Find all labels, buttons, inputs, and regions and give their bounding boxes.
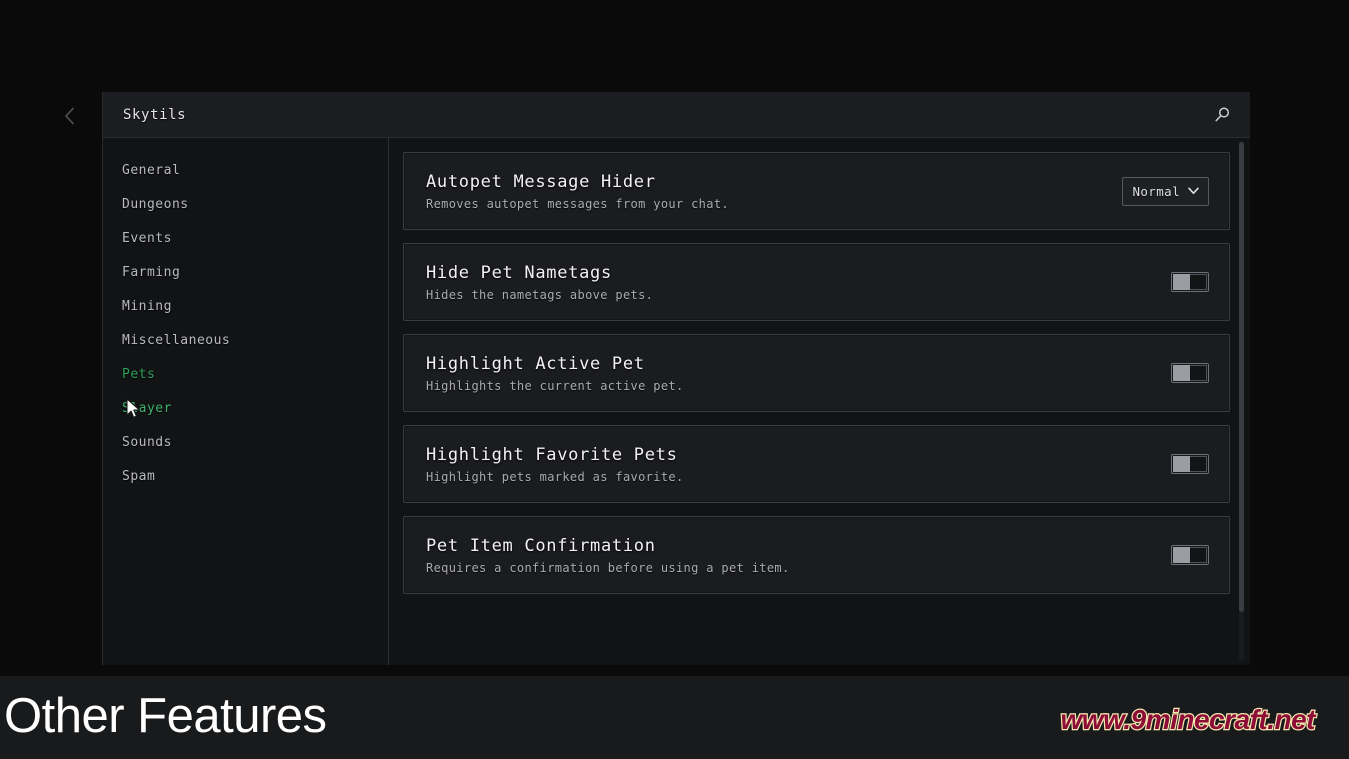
toggle-well — [1190, 547, 1207, 563]
highlight-active-pet-toggle[interactable] — [1171, 363, 1209, 383]
site-watermark: www.9minecraft.net — [1059, 704, 1316, 735]
settings-list: Autopet Message Hider Removes autopet me… — [389, 138, 1250, 665]
scrollbar-track[interactable] — [1239, 142, 1244, 661]
setting-description: Removes autopet messages from your chat. — [426, 196, 729, 211]
setting-card-pet-item-confirmation[interactable]: Pet Item Confirmation Requires a confirm… — [403, 516, 1230, 594]
toggle-knob — [1173, 456, 1190, 472]
setting-title: Pet Item Confirmation — [426, 535, 656, 556]
panel-body: General Dungeons Events Farming Mining M… — [103, 138, 1250, 665]
setting-card-text: Hide Pet Nametags Hides the nametags abo… — [426, 263, 653, 302]
toggle-well — [1190, 456, 1207, 472]
setting-card-text: Highlight Favorite Pets Highlight pets m… — [426, 445, 684, 484]
sidebar-item-spam[interactable]: Spam — [103, 460, 388, 494]
setting-control — [1113, 454, 1209, 474]
scrollbar-thumb[interactable] — [1239, 142, 1244, 612]
sidebar-item-events[interactable]: Events — [103, 222, 388, 256]
setting-card-text: Pet Item Confirmation Requires a confirm… — [426, 536, 790, 575]
setting-card-text: Highlight Active Pet Highlights the curr… — [426, 354, 684, 393]
setting-control — [1113, 363, 1209, 383]
search-icon[interactable] — [1208, 101, 1236, 129]
sidebar-item-farming[interactable]: Farming — [103, 256, 388, 290]
panel-header: Skytils — [103, 92, 1250, 138]
setting-title: Autopet Message Hider — [426, 171, 656, 192]
setting-description: Highlight pets marked as favorite. — [426, 469, 684, 484]
setting-card-highlight-favorite-pets[interactable]: Highlight Favorite Pets Highlight pets m… — [403, 425, 1230, 503]
autopet-mode-dropdown[interactable]: Normal — [1122, 176, 1209, 206]
toggle-knob — [1173, 274, 1190, 290]
toggle-well — [1190, 274, 1207, 290]
toggle-knob — [1173, 365, 1190, 381]
chevron-left-icon[interactable] — [56, 102, 82, 130]
hide-pet-nametags-toggle[interactable] — [1171, 272, 1209, 292]
setting-title: Highlight Favorite Pets — [426, 444, 678, 465]
page-title: Skytils — [123, 106, 187, 123]
setting-title: Hide Pet Nametags — [426, 262, 612, 283]
setting-card-hide-pet-nametags[interactable]: Hide Pet Nametags Hides the nametags abo… — [403, 243, 1230, 321]
toggle-knob — [1173, 547, 1190, 563]
setting-control: Normal — [1113, 176, 1209, 206]
setting-card-highlight-active-pet[interactable]: Highlight Active Pet Highlights the curr… — [403, 334, 1230, 412]
highlight-favorite-pets-toggle[interactable] — [1171, 454, 1209, 474]
pet-item-confirmation-toggle[interactable] — [1171, 545, 1209, 565]
caption-other-features: Other Features — [4, 689, 327, 743]
screen: Skytils General Dungeons Events Farming … — [0, 0, 1349, 759]
settings-panel: Skytils General Dungeons Events Farming … — [102, 92, 1250, 665]
setting-description: Requires a confirmation before using a p… — [426, 560, 790, 575]
setting-description: Hides the nametags above pets. — [426, 287, 654, 302]
sidebar-item-slayer[interactable]: Slayer — [103, 392, 388, 426]
dropdown-value: Normal — [1132, 183, 1180, 199]
letterbox-top — [0, 0, 1349, 86]
sidebar-item-mining[interactable]: Mining — [103, 290, 388, 324]
toggle-well — [1190, 365, 1207, 381]
sidebar-item-miscellaneous[interactable]: Miscellaneous — [103, 324, 388, 358]
sidebar-item-dungeons[interactable]: Dungeons — [103, 188, 388, 222]
sidebar-item-general[interactable]: General — [103, 154, 388, 188]
sidebar-item-sounds[interactable]: Sounds — [103, 426, 388, 460]
setting-card-autopet-message-hider[interactable]: Autopet Message Hider Removes autopet me… — [403, 152, 1230, 230]
setting-title: Highlight Active Pet — [426, 353, 645, 374]
chevron-down-icon — [1188, 187, 1199, 195]
sidebar-item-pets[interactable]: Pets — [103, 358, 388, 392]
setting-control — [1113, 272, 1209, 292]
sidebar: General Dungeons Events Farming Mining M… — [103, 138, 389, 665]
setting-description: Highlights the current active pet. — [426, 378, 684, 393]
setting-card-text: Autopet Message Hider Removes autopet me… — [426, 172, 729, 211]
setting-control — [1113, 545, 1209, 565]
